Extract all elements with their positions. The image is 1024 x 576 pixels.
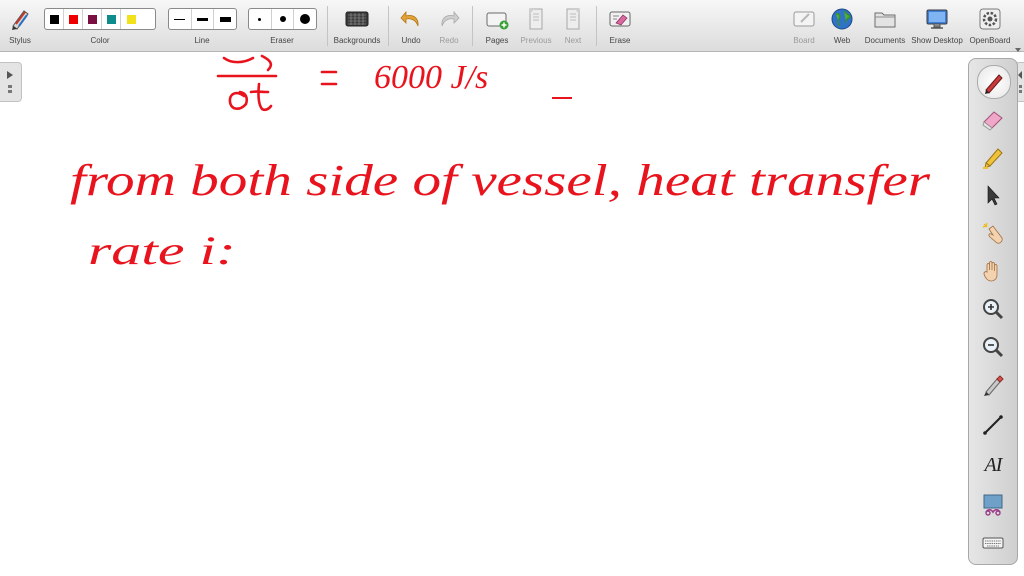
next-page-button[interactable]: Next (558, 4, 588, 48)
handwritten-line-3: rate i: (88, 228, 236, 273)
eraser-size-options (248, 8, 317, 30)
left-panel-toggle[interactable] (0, 62, 22, 102)
documents-button[interactable]: Documents (862, 4, 908, 48)
pages-button[interactable]: Pages (480, 4, 514, 48)
color-group: Color (44, 4, 156, 48)
text-tool-button[interactable]: AI (977, 449, 1009, 481)
marker-tool-button[interactable] (977, 141, 1009, 173)
select-tool-button[interactable] (977, 179, 1009, 211)
globe-icon (829, 6, 855, 32)
web-label: Web (833, 36, 851, 45)
previous-label: Previous (520, 36, 552, 45)
virtual-keyboard-button[interactable] (977, 527, 1009, 559)
line-label: Line (194, 36, 210, 45)
tool-palette: AI (968, 58, 1018, 565)
interact-tool-button[interactable] (977, 217, 1009, 249)
zoom-out-icon (983, 337, 1004, 358)
handwritten-line-2: from both side of vessel, heat transfer (70, 156, 931, 205)
backgrounds-icon (344, 6, 370, 32)
board-icon (791, 6, 817, 32)
redo-button[interactable]: Redo (434, 4, 464, 48)
eraser-group: Eraser (248, 4, 317, 48)
pointer-icon (987, 185, 1000, 206)
toolbar-separator (327, 6, 328, 46)
eraser-tool-button[interactable] (977, 103, 1009, 135)
zoom-out-button[interactable] (977, 331, 1009, 363)
line-icon (983, 415, 1003, 435)
line-thin-button[interactable] (169, 9, 192, 29)
erase-all-button[interactable]: Erase (604, 4, 636, 48)
whiteboard-canvas[interactable]: 6000 J/s from both side of vessel, heat … (0, 52, 964, 576)
eraser-large-button[interactable] (294, 9, 316, 29)
line-medium-button[interactable] (192, 9, 215, 29)
pages-label: Pages (485, 36, 509, 45)
redo-label: Redo (439, 36, 459, 45)
eraser-small-button[interactable] (249, 9, 272, 29)
next-page-icon (560, 6, 586, 32)
screenshot-icon (983, 494, 1003, 516)
hand-tool-button[interactable] (977, 255, 1009, 287)
toolbar-separator (596, 6, 597, 46)
backgrounds-label: Backgrounds (333, 36, 381, 45)
erase-label: Erase (609, 36, 631, 45)
add-page-icon (484, 6, 510, 32)
eraser-medium-button[interactable] (272, 9, 295, 29)
line-tool-button[interactable] (977, 409, 1009, 441)
toolbar-chevron-icon[interactable] (1015, 40, 1021, 52)
color-swatch-teal[interactable] (102, 9, 121, 29)
toolbar-separator (472, 6, 473, 46)
settings-gear-icon (977, 6, 1003, 32)
laser-pointer-icon (982, 222, 1003, 244)
color-swatch-black[interactable] (45, 9, 64, 29)
previous-page-icon (523, 6, 549, 32)
color-swatch-yellow[interactable] (121, 9, 141, 29)
color-swatch-red[interactable] (64, 9, 83, 29)
stylus-icon (7, 6, 33, 32)
erase-board-icon (607, 6, 633, 32)
show-desktop-button[interactable]: Show Desktop (910, 4, 964, 48)
openboard-label: OpenBoard (969, 36, 1011, 45)
text-icon: AI (984, 453, 1003, 476)
monitor-icon (924, 6, 950, 32)
capture-screen-button[interactable] (977, 489, 1009, 521)
keyboard-icon (982, 537, 1004, 549)
zoom-in-icon (983, 299, 1004, 320)
eraser-label: Eraser (270, 36, 294, 45)
handwriting-strokes (216, 54, 338, 112)
hand-icon (983, 261, 998, 282)
board-button[interactable]: Board (788, 4, 820, 48)
eraser-icon (982, 111, 1003, 131)
backgrounds-button[interactable]: Backgrounds (332, 4, 382, 48)
show-desktop-label: Show Desktop (911, 36, 963, 45)
undo-label: Undo (401, 36, 421, 45)
undo-button[interactable]: Undo (396, 4, 426, 48)
capture-pen-icon (984, 375, 1004, 396)
zoom-in-button[interactable] (977, 293, 1009, 325)
line-group: Line (168, 4, 237, 48)
color-swatches (44, 8, 156, 30)
undo-icon (398, 6, 424, 32)
stylus-label: Stylus (9, 36, 31, 45)
documents-label: Documents (864, 36, 906, 45)
next-label: Next (564, 36, 582, 45)
pen-icon (985, 74, 1003, 94)
openboard-menu-button[interactable]: OpenBoard (966, 4, 1014, 48)
capture-tool-button[interactable] (977, 369, 1009, 401)
heat-rate-value: 6000 J/s (374, 59, 488, 96)
line-thick-button[interactable] (214, 9, 236, 29)
previous-page-button[interactable]: Previous (518, 4, 554, 48)
stylus-button[interactable]: Stylus (4, 4, 36, 48)
color-label: Color (90, 36, 110, 45)
marker-icon (983, 148, 1003, 169)
pen-tool-button[interactable] (977, 65, 1011, 99)
line-width-options (168, 8, 237, 30)
main-toolbar: Stylus Color Line Eraser Backgrounds Und… (0, 0, 1024, 52)
web-button[interactable]: Web (826, 4, 858, 48)
board-label: Board (793, 36, 815, 45)
color-swatch-purple[interactable] (83, 9, 102, 29)
folder-icon (872, 6, 898, 32)
expand-arrow-icon (7, 71, 13, 93)
toolbar-separator (388, 6, 389, 46)
redo-icon (436, 6, 462, 32)
